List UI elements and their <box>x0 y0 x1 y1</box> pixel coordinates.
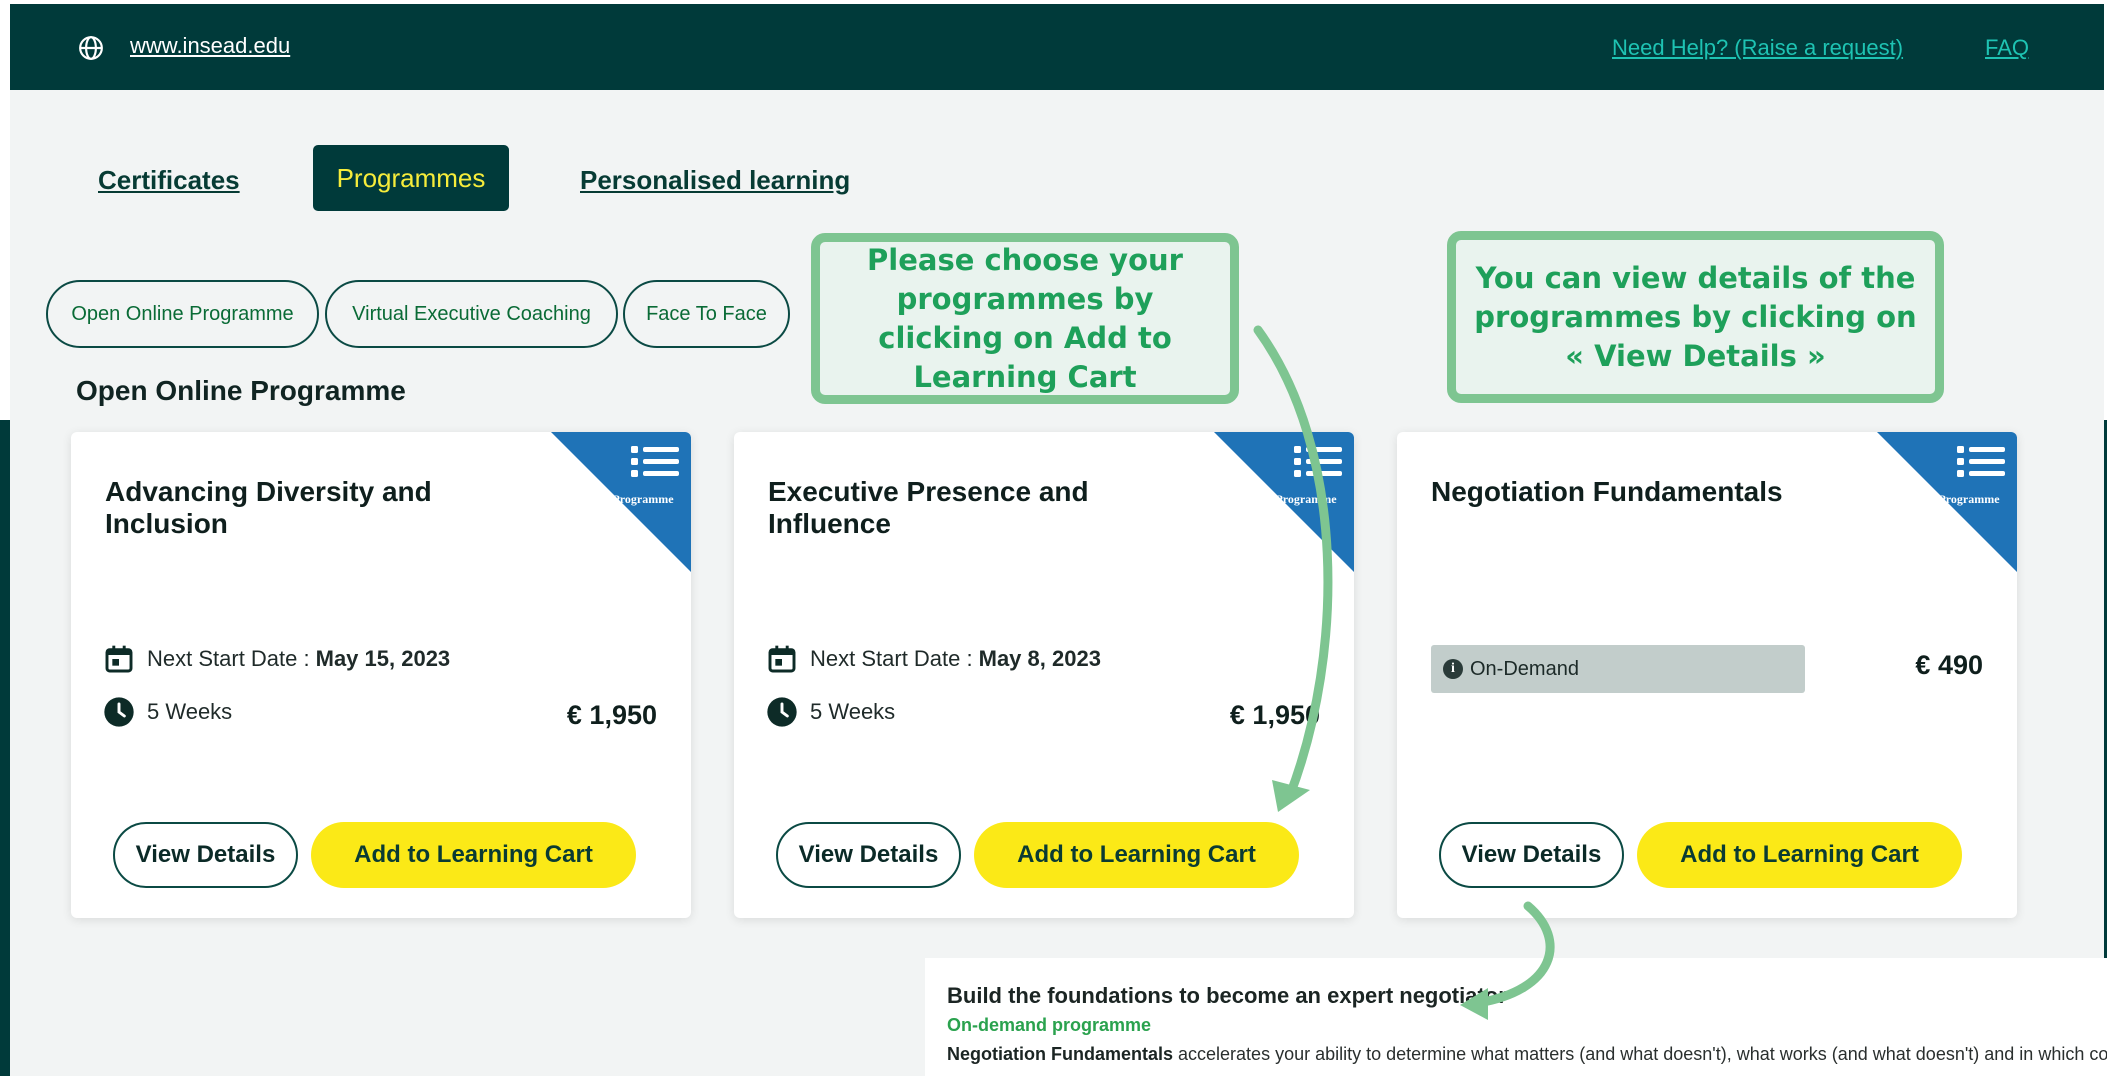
add-to-cart-callout: Please choose your programmes by clickin… <box>811 233 1239 404</box>
price: € 1,950 <box>566 700 657 730</box>
faq-link[interactable]: FAQ <box>1985 35 2029 61</box>
next-start-date-row: Next Start Date : May 8, 2023 <box>766 643 1101 675</box>
help-request-link[interactable]: Need Help? (Raise a request) <box>1612 35 1903 61</box>
detail-subtitle: On-demand programme <box>947 1015 1152 1035</box>
card-title: Executive Presence and Influence <box>768 476 1089 539</box>
info-icon: i <box>1443 659 1463 679</box>
on-demand-badge: i On-Demand <box>1431 645 1805 693</box>
corner-label: Programme <box>612 492 674 506</box>
page: www.insead.edu Need Help? (Raise a reque… <box>10 4 2104 1076</box>
detail-body-text: accelerates your ability to determine wh… <box>1178 1044 2107 1064</box>
view-details-button[interactable]: View Details <box>776 822 961 888</box>
tab-personalised-learning[interactable]: Personalised learning <box>580 165 850 196</box>
view-details-callout: You can view details of the programmes b… <box>1447 231 1944 403</box>
top-header: www.insead.edu Need Help? (Raise a reque… <box>10 4 2104 90</box>
card-title: Advancing Diversity and Inclusion <box>105 476 432 539</box>
filter-face-to-face[interactable]: Face To Face <box>623 280 790 348</box>
site-link[interactable]: www.insead.edu <box>130 33 290 59</box>
detail-title: Build the foundations to become an exper… <box>947 983 1507 1008</box>
tab-programmes[interactable]: Programmes <box>313 145 509 211</box>
left-edge-strip <box>0 420 10 1076</box>
date-label: Next Start Date : <box>810 646 973 671</box>
programme-card: Negotiation Fundamentals Programme i On-… <box>1397 432 2017 918</box>
programme-card: Executive Presence and Influence Program… <box>734 432 1354 918</box>
clock-icon <box>767 697 797 727</box>
add-to-learning-cart-button[interactable]: Add to Learning Cart <box>1637 822 1962 888</box>
badge-label: On-Demand <box>1470 657 1579 680</box>
section-title: Open Online Programme <box>76 375 406 406</box>
corner-label: Programme <box>1938 492 2000 506</box>
price: € 490 <box>1915 650 1983 680</box>
calendar-icon <box>768 645 796 673</box>
programme-card: Advancing Diversity and Inclusion Progra… <box>71 432 691 918</box>
globe-icon <box>79 36 103 60</box>
add-to-learning-cart-button[interactable]: Add to Learning Cart <box>311 822 636 888</box>
duration: 5 Weeks <box>147 699 233 724</box>
view-details-button[interactable]: View Details <box>113 822 298 888</box>
card-title: Negotiation Fundamentals <box>1431 476 1783 507</box>
detail-body: Negotiation Fundamentals accelerates you… <box>947 1044 2107 1065</box>
start-date: May 8, 2023 <box>978 646 1101 671</box>
programme-detail-excerpt: Build the foundations to become an exper… <box>925 958 2107 1076</box>
date-label: Next Start Date : <box>147 646 310 671</box>
filter-open-online-programme[interactable]: Open Online Programme <box>46 280 319 348</box>
detail-body-bold: Negotiation Fundamentals <box>947 1044 1174 1064</box>
duration-row: 5 Weeks <box>766 696 895 728</box>
price: € 1,950 <box>1229 700 1320 730</box>
clock-icon <box>104 697 134 727</box>
add-to-learning-cart-button[interactable]: Add to Learning Cart <box>974 822 1299 888</box>
tab-certificates[interactable]: Certificates <box>98 165 240 196</box>
view-details-button[interactable]: View Details <box>1439 822 1624 888</box>
next-start-date-row: Next Start Date : May 15, 2023 <box>103 643 450 675</box>
duration: 5 Weeks <box>810 699 896 724</box>
corner-label: Programme <box>1275 492 1337 506</box>
filter-virtual-executive-coaching[interactable]: Virtual Executive Coaching <box>325 280 618 348</box>
calendar-icon <box>105 645 133 673</box>
duration-row: 5 Weeks <box>103 696 232 728</box>
start-date: May 15, 2023 <box>315 646 451 671</box>
